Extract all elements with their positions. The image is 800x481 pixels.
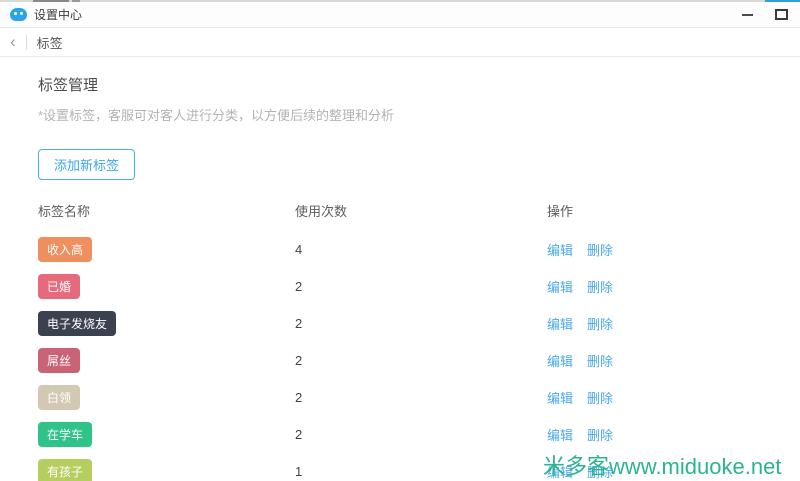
maximize-button[interactable] (772, 7, 790, 23)
table-row: 有孩子 1 编辑 删除 (38, 453, 800, 481)
tag-badge: 在学车 (38, 422, 92, 447)
usage-count: 4 (295, 242, 547, 257)
table-row: 屌丝 2 编辑 删除 (38, 342, 800, 379)
maximize-icon (775, 9, 788, 20)
table-header-row: 标签名称 使用次数 操作 (38, 201, 800, 231)
row-operations: 编辑 删除 (547, 388, 800, 407)
page-description: *设置标签，客服可对客人进行分类，以方便后续的整理和分析 (38, 105, 800, 124)
tag-table-body: 收入高 4 编辑 删除 已婚 2 编辑 删除 电子发烧友 2 编辑 删除 屌丝 … (38, 231, 800, 481)
window-title: 设置中心 (34, 6, 82, 23)
titlebar: 设置中心 (0, 2, 800, 28)
edit-link[interactable]: 编辑 (547, 425, 573, 444)
app-window: 设置中心 ‹ 标签 标签管理 *设置标签，客服可对客人进行分类，以方便后续的整理… (0, 0, 800, 481)
row-operations: 编辑 删除 (547, 314, 800, 333)
divider (26, 35, 27, 50)
table-row: 在学车 2 编辑 删除 (38, 416, 800, 453)
window-controls (738, 7, 790, 23)
usage-count: 1 (295, 464, 547, 479)
row-operations: 编辑 删除 (547, 351, 800, 370)
usage-count: 2 (295, 316, 547, 331)
table-row: 白领 2 编辑 删除 (38, 379, 800, 416)
delete-link[interactable]: 删除 (587, 425, 613, 444)
delete-link[interactable]: 删除 (587, 277, 613, 296)
row-operations: 编辑 删除 (547, 425, 800, 444)
add-tag-button[interactable]: 添加新标签 (38, 149, 135, 180)
edit-link[interactable]: 编辑 (547, 240, 573, 259)
tag-badge: 电子发烧友 (38, 311, 116, 336)
chevron-left-icon: ‹ (10, 32, 16, 51)
minimize-icon (742, 14, 753, 16)
usage-count: 2 (295, 279, 547, 294)
row-operations: 编辑 删除 (547, 277, 800, 296)
table-row: 已婚 2 编辑 删除 (38, 268, 800, 305)
tag-badge: 白领 (38, 385, 80, 410)
delete-link[interactable]: 删除 (587, 240, 613, 259)
edit-link[interactable]: 编辑 (547, 351, 573, 370)
row-operations: 编辑 删除 (547, 240, 800, 259)
edit-link[interactable]: 编辑 (547, 388, 573, 407)
delete-link[interactable]: 删除 (587, 314, 613, 333)
minimize-button[interactable] (738, 7, 756, 23)
table-row: 收入高 4 编辑 删除 (38, 231, 800, 268)
edit-link[interactable]: 编辑 (547, 277, 573, 296)
usage-count: 2 (295, 390, 547, 405)
tag-badge: 屌丝 (38, 348, 80, 373)
app-logo-icon (10, 8, 27, 21)
column-header-usage-count: 使用次数 (295, 201, 547, 220)
page-breadcrumb-title: 标签 (37, 33, 63, 52)
delete-link[interactable]: 删除 (587, 388, 613, 407)
back-button[interactable]: ‹ (10, 33, 20, 52)
tag-badge: 收入高 (38, 237, 92, 262)
main-content: 标签管理 *设置标签，客服可对客人进行分类，以方便后续的整理和分析 添加新标签 … (0, 57, 800, 481)
row-operations: 编辑 删除 (547, 462, 800, 481)
breadcrumb-bar: ‹ 标签 (0, 28, 800, 57)
usage-count: 2 (295, 353, 547, 368)
usage-count: 2 (295, 427, 547, 442)
table-row: 电子发烧友 2 编辑 删除 (38, 305, 800, 342)
column-header-tag-name: 标签名称 (38, 201, 295, 220)
tag-table: 标签名称 使用次数 操作 收入高 4 编辑 删除 已婚 2 编辑 删除 电子发烧… (38, 201, 800, 481)
column-header-operations: 操作 (547, 201, 800, 220)
tag-badge: 已婚 (38, 274, 80, 299)
delete-link[interactable]: 删除 (587, 351, 613, 370)
tag-badge: 有孩子 (38, 459, 92, 481)
page-title: 标签管理 (38, 74, 800, 95)
edit-link[interactable]: 编辑 (547, 462, 573, 481)
edit-link[interactable]: 编辑 (547, 314, 573, 333)
delete-link[interactable]: 删除 (587, 462, 613, 481)
